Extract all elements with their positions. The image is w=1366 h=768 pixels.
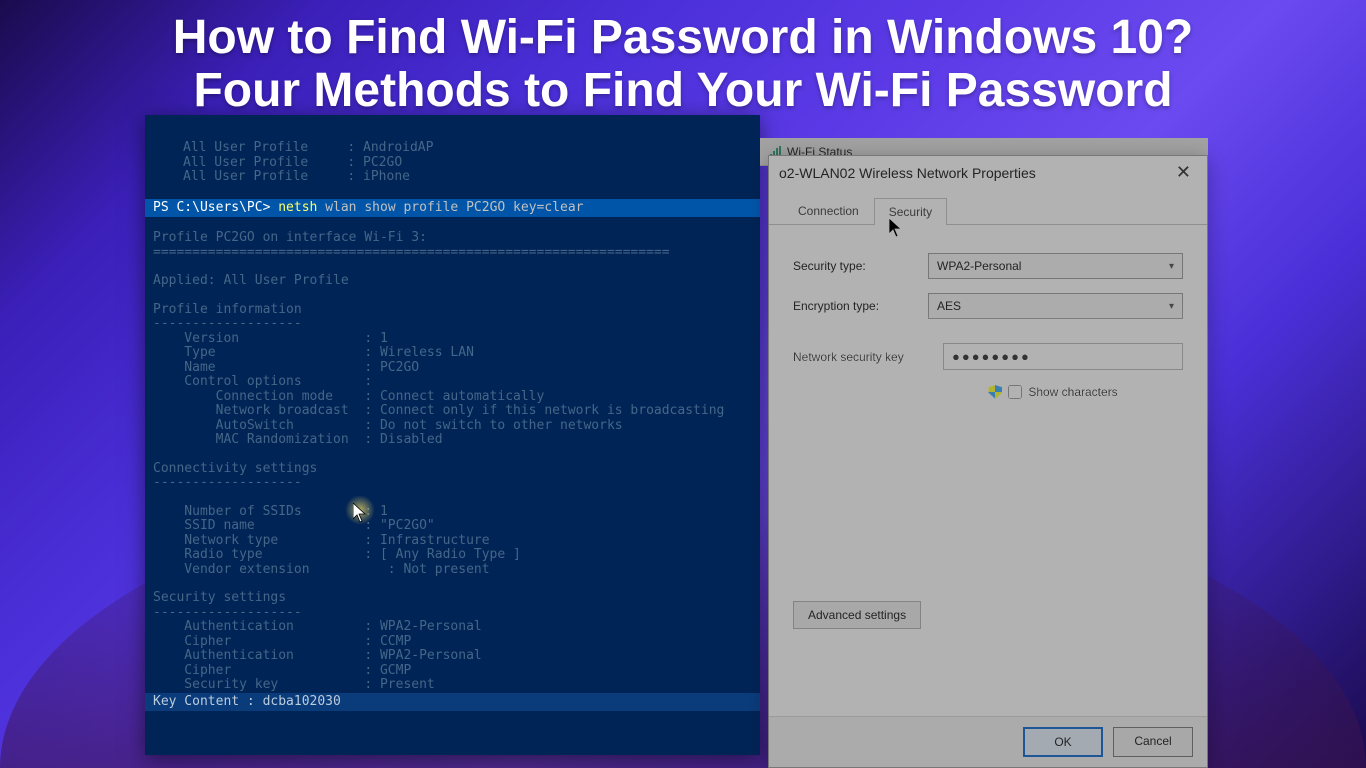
ps-output-line: Control options : <box>145 375 760 390</box>
ps-args: wlan show profile PC2GO key=clear <box>325 200 583 215</box>
title-line-1: How to Find Wi-Fi Password in Windows 10… <box>0 12 1366 65</box>
network-key-input[interactable]: ●●●●●●●● <box>943 343 1183 370</box>
ps-output-line: Number of SSIDs : 1 <box>145 505 760 520</box>
ps-output-line: Security key : Present <box>145 678 760 693</box>
ps-command-line: PS C:\Users\PC> netsh wlan show profile … <box>145 199 760 218</box>
ps-output-line: AutoSwitch : Do not switch to other netw… <box>145 419 760 434</box>
ps-output-line: Profile PC2GO on interface Wi-Fi 3: <box>145 231 760 246</box>
tab-connection[interactable]: Connection <box>783 197 874 224</box>
chevron-down-icon: ▾ <box>1169 301 1174 312</box>
ps-section-header: Profile information <box>145 303 760 318</box>
ps-profile-line: All User Profile : AndroidAP <box>145 141 760 156</box>
tab-bar: Connection Security <box>769 197 1207 225</box>
ps-profile-line: All User Profile : PC2GO <box>145 156 760 171</box>
ps-output-line: ------------------- <box>145 317 760 332</box>
ps-output-line: Connection mode : Connect automatically <box>145 390 760 405</box>
ps-output-line: Name : PC2GO <box>145 361 760 376</box>
show-characters-checkbox[interactable] <box>1008 385 1022 399</box>
dialog-title: o2-WLAN02 Wireless Network Properties <box>779 165 1036 181</box>
show-characters-row[interactable]: Show characters <box>973 380 1133 404</box>
ps-command: netsh <box>278 200 317 215</box>
ps-prompt: PS C:\Users\PC> <box>153 200 270 215</box>
ok-button[interactable]: OK <box>1023 727 1103 757</box>
cancel-button[interactable]: Cancel <box>1113 727 1193 757</box>
encryption-type-select[interactable]: AES ▾ <box>928 293 1183 319</box>
show-characters-label: Show characters <box>1028 385 1117 399</box>
ps-output-line: Radio type : [ Any Radio Type ] <box>145 548 760 563</box>
security-type-label: Security type: <box>793 259 928 273</box>
ps-output-line: Authentication : WPA2-Personal <box>145 649 760 664</box>
ps-output-line: ------------------- <box>145 476 760 491</box>
title-line-2: Four Methods to Find Your Wi-Fi Password <box>0 65 1366 118</box>
cursor-highlight <box>345 495 375 525</box>
encryption-type-label: Encryption type: <box>793 299 928 313</box>
ps-output-line: Vendor extension : Not present <box>145 563 760 578</box>
ps-section-header: Connectivity settings <box>145 462 760 477</box>
ps-output-line: Network broadcast : Connect only if this… <box>145 404 760 419</box>
ps-output-line: MAC Randomization : Disabled <box>145 433 760 448</box>
wireless-properties-dialog: o2-WLAN02 Wireless Network Properties ✕ … <box>768 155 1208 768</box>
ps-output-line: Applied: All User Profile <box>145 274 760 289</box>
security-type-row: Security type: WPA2-Personal ▾ <box>793 253 1183 279</box>
encryption-type-row: Encryption type: AES ▾ <box>793 293 1183 319</box>
security-type-value: WPA2-Personal <box>937 259 1021 273</box>
close-button[interactable]: ✕ <box>1170 162 1197 183</box>
tab-security[interactable]: Security <box>874 198 947 225</box>
powershell-window[interactable]: All User Profile : AndroidAP All User Pr… <box>145 115 760 755</box>
encryption-type-value: AES <box>937 299 961 313</box>
ps-output-line: Cipher : CCMP <box>145 635 760 650</box>
security-type-select[interactable]: WPA2-Personal ▾ <box>928 253 1183 279</box>
ps-profile-line: All User Profile : iPhone <box>145 170 760 185</box>
ps-section-header: Security settings <box>145 591 760 606</box>
ps-output-line: Cipher : GCMP <box>145 664 760 679</box>
ps-output-line: Authentication : WPA2-Personal <box>145 620 760 635</box>
ps-output-line: Network type : Infrastructure <box>145 534 760 549</box>
ps-output-line: Version : 1 <box>145 332 760 347</box>
ps-output-line: ========================================… <box>145 246 760 261</box>
network-key-highlight: Network security key ●●●●●●●● Show chara… <box>787 333 1189 416</box>
network-key-label: Network security key <box>793 350 943 364</box>
ps-key-content-line: Key Content : dcba102030 <box>145 693 760 712</box>
chevron-down-icon: ▾ <box>1169 261 1174 272</box>
ps-output-line: Type : Wireless LAN <box>145 346 760 361</box>
tutorial-title: How to Find Wi-Fi Password in Windows 10… <box>0 12 1366 118</box>
ps-output-line: SSID name : "PC2GO" <box>145 519 760 534</box>
advanced-settings-button[interactable]: Advanced settings <box>793 601 921 629</box>
shield-icon <box>988 385 1002 399</box>
ps-output-line: ------------------- <box>145 606 760 621</box>
